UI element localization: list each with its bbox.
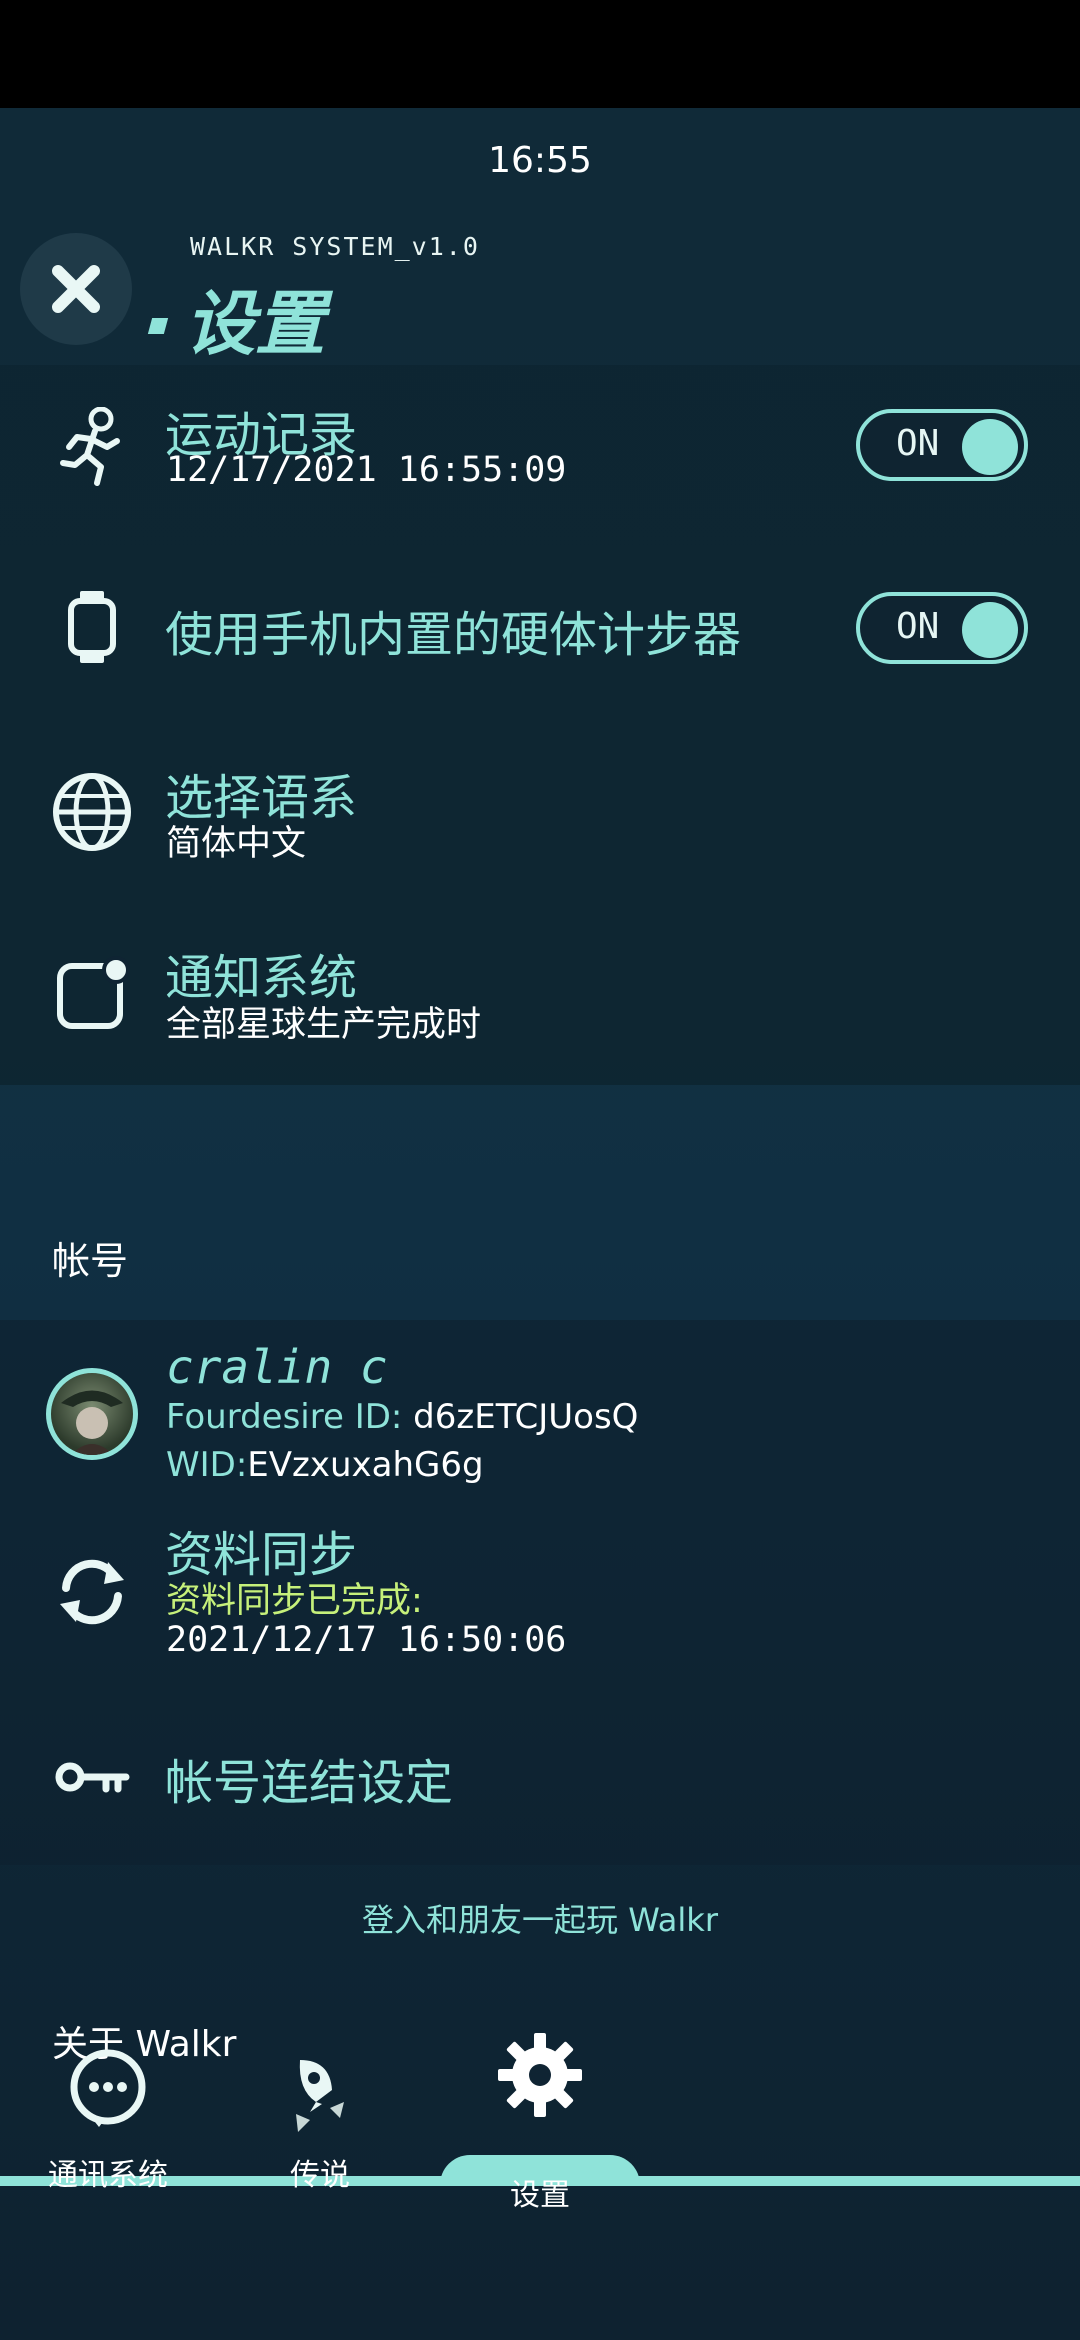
fourdesire-id-key: Fourdesire ID: [166,1397,414,1437]
exercise-record-timestamp: 12/17/2021 16:55:09 [166,450,567,490]
setting-language[interactable]: 选择语系 简体中文 [0,758,1080,878]
wid-key: WID: [166,1445,248,1485]
sync-icon [50,1550,134,1634]
close-icon [52,265,100,313]
setting-pedometer[interactable]: 使用手机内置的硬体计步器 ON [0,585,1080,685]
close-button[interactable] [20,233,132,345]
setting-exercise-record[interactable]: 运动记录 12/17/2021 16:55:09 ON [0,395,1080,515]
tab-label: 通讯系统 [48,2158,168,2193]
tab-legend[interactable]: 传说 [240,2040,400,2194]
setting-account-link[interactable]: 帐号连结设定 [0,1735,1080,1815]
username: cralin c [166,1340,388,1394]
setting-notification[interactable]: 通知系统 全部星球生产完成时 [0,938,1080,1058]
data-sync-time: 2021/12/17 16:50:06 [166,1620,567,1660]
status-time: 16:55 [488,140,592,181]
account-link-label: 帐号连结设定 [165,1755,454,1811]
wid: WID:EVzxuxahG6g [166,1445,484,1485]
globe-icon [50,770,134,854]
fourdesire-id-value: d6zETCJUosQ [413,1397,639,1437]
key-icon [50,1735,134,1819]
rocket-icon [240,2040,400,2140]
notification-icon [50,952,134,1036]
data-sync-status: 资料同步已完成: [166,1581,423,1621]
wid-value: EVzxuxahG6g [247,1445,484,1485]
toggle-knob [962,602,1018,658]
tab-communication[interactable]: 通讯系统 [28,2040,188,2194]
chat-icon [28,2040,188,2140]
language-value: 简体中文 [166,824,307,864]
toggle-label: ON [896,423,940,464]
system-version-label: WALKR SYSTEM_v1.0 [190,232,480,261]
pedometer-label: 使用手机内置的硬体计步器 [165,607,742,663]
account-section-title: 帐号 [52,1239,129,1283]
status-bar-bg [0,0,1080,108]
toggle-label: ON [896,606,940,647]
tab-label: 传说 [290,2158,350,2193]
login-invite-link[interactable]: 登入和朋友一起玩 Walkr [0,1895,1080,1941]
gear-icon [460,2025,620,2125]
section-divider [0,1085,1080,1320]
runner-icon [50,405,134,489]
avatar[interactable] [46,1368,138,1460]
tab-label: 设置 [510,2178,570,2213]
notification-value: 全部星球生产完成时 [166,1005,482,1045]
watch-icon [50,585,134,669]
page-title: 设置 [185,283,325,365]
pedometer-toggle[interactable]: ON [856,592,1028,664]
fourdesire-id: Fourdesire ID: d6zETCJUosQ [166,1397,638,1437]
toggle-knob [962,419,1018,475]
tab-settings[interactable]: 设置 [460,2025,620,2214]
exercise-record-toggle[interactable]: ON [856,409,1028,481]
